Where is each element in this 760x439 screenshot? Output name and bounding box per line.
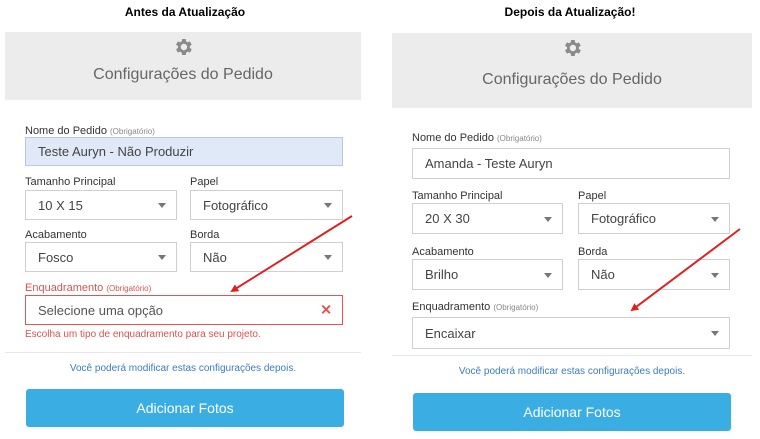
divider (5, 352, 361, 353)
finish-label: Acabamento (25, 229, 87, 241)
chevron-down-icon (324, 255, 332, 260)
panel-before: Configurações do Pedido Nome do Pedido (… (5, 32, 361, 439)
size-value: 10 X 15 (38, 197, 83, 213)
chevron-down-icon (324, 203, 332, 208)
framing-select[interactable]: Encaixar (412, 317, 730, 349)
paper-label: Papel (190, 176, 219, 188)
divider (392, 355, 752, 356)
chevron-down-icon (158, 203, 166, 208)
framing-error-message: Escolha um tipo de enquadramento para se… (25, 329, 261, 340)
gear-icon (565, 40, 581, 56)
close-icon[interactable]: ✕ (320, 302, 332, 319)
page-title: Configurações do Pedido (482, 71, 662, 88)
order-name-input[interactable]: Teste Auryn - Não Produzir (25, 137, 343, 166)
gear-icon (176, 39, 192, 55)
paper-label: Papel (578, 190, 607, 202)
border-label: Borda (190, 229, 220, 241)
paper-value: Fotográfico (203, 197, 269, 213)
settings-note: Você poderá modificar estas configuraçõe… (458, 366, 686, 377)
border-value: Não (591, 267, 615, 282)
order-name-label: Nome do Pedido (Obrigatório) (412, 132, 542, 144)
order-name-value: Teste Auryn - Não Produzir (38, 144, 194, 159)
page-title: Configurações do Pedido (93, 66, 273, 83)
chevron-down-icon (711, 331, 719, 336)
size-label: Tamanho Principal (412, 190, 503, 202)
finish-label: Acabamento (412, 246, 474, 258)
add-photos-button[interactable]: Adicionar Fotos (26, 389, 344, 427)
border-select[interactable]: Não (578, 259, 730, 290)
border-label: Borda (578, 246, 608, 258)
finish-value: Brilho (425, 267, 459, 282)
framing-label: Enquadramento (Obrigatório) (412, 301, 539, 313)
size-label: Tamanho Principal (25, 176, 116, 188)
framing-placeholder: Selecione uma opção (38, 302, 164, 318)
chevron-down-icon (711, 216, 719, 222)
panel-header: Configurações do Pedido (392, 33, 752, 108)
panel-header: Configurações do Pedido (5, 32, 361, 100)
size-select[interactable]: 10 X 15 (25, 190, 177, 220)
order-name-value: Amanda - Teste Auryn (425, 156, 553, 171)
settings-note: Você poderá modificar estas configuraçõe… (69, 363, 297, 374)
size-value: 20 X 30 (425, 211, 470, 226)
chevron-down-icon (711, 272, 719, 278)
chevron-down-icon (544, 216, 552, 222)
size-select[interactable]: 20 X 30 (412, 203, 563, 234)
framing-label: Enquadramento (Obrigatório) (25, 282, 152, 294)
chevron-down-icon (158, 255, 166, 260)
chevron-down-icon (544, 272, 552, 278)
order-name-label: Nome do Pedido (Obrigatório) (25, 125, 155, 137)
framing-value: Encaixar (425, 325, 476, 341)
paper-select[interactable]: Fotográfico (190, 190, 343, 220)
caption-before: Antes da Atualização (124, 5, 246, 19)
finish-select[interactable]: Fosco (25, 242, 177, 272)
paper-value: Fotográfico (591, 211, 657, 226)
finish-select[interactable]: Brilho (412, 259, 563, 290)
framing-select[interactable]: Selecione uma opção ✕ (25, 295, 343, 325)
border-select[interactable]: Não (190, 242, 343, 272)
panel-after: Configurações do Pedido Nome do Pedido (… (392, 33, 752, 439)
paper-select[interactable]: Fotográfico (578, 203, 730, 234)
border-value: Não (203, 249, 227, 265)
add-photos-button[interactable]: Adicionar Fotos (413, 393, 731, 431)
caption-after: Depois da Atualização! (504, 5, 636, 19)
finish-value: Fosco (38, 249, 74, 265)
order-name-input[interactable]: Amanda - Teste Auryn (412, 148, 730, 179)
